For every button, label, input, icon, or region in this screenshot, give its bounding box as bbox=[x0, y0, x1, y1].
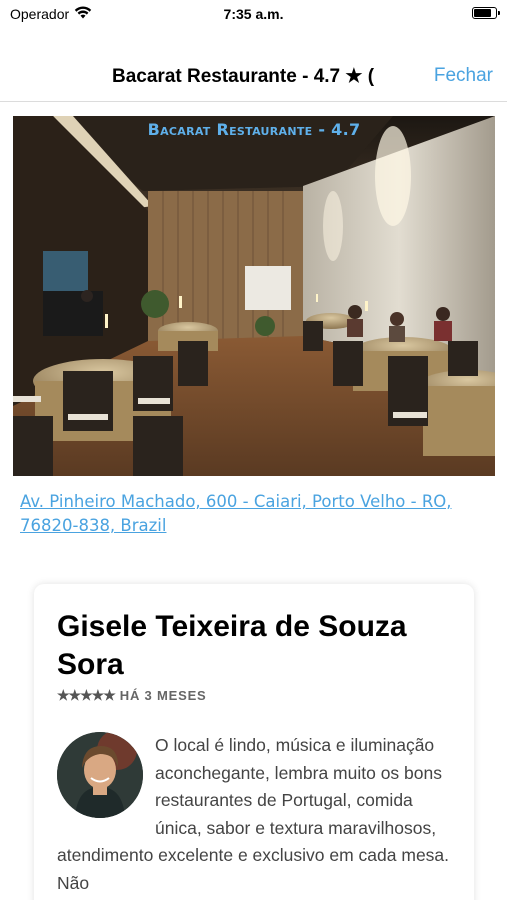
navigation-bar: Bacarat Restaurante - 4.7 ★ ( Fechar bbox=[0, 50, 507, 102]
reviewer-name: Gisele Teixeira de Souza Sora bbox=[57, 610, 407, 681]
photo-caption: Bacarat Restaurante - 4.7 bbox=[147, 120, 361, 139]
review-time: HÁ 3 MESES bbox=[119, 688, 207, 703]
restaurant-photo: Bacarat Restaurante - 4.7 bbox=[13, 116, 495, 476]
status-bar: Operador 7:35 a.m. bbox=[0, 0, 507, 28]
clock: 7:35 a.m. bbox=[223, 6, 284, 22]
review-meta: ★★★★★ HÁ 3 MESES bbox=[57, 687, 207, 704]
restaurant-interior-image bbox=[13, 116, 495, 476]
nav-title: Bacarat Restaurante - 4.7 ★ ( bbox=[112, 66, 375, 87]
battery-fill bbox=[474, 9, 491, 17]
review-body: O local é lindo, música e iluminação aco… bbox=[57, 732, 452, 897]
avatar bbox=[57, 732, 143, 818]
address-link[interactable]: Av. Pinheiro Machado, 600 - Caiari, Port… bbox=[20, 490, 495, 538]
battery-icon bbox=[472, 7, 500, 19]
avatar-icon bbox=[57, 732, 143, 818]
close-button[interactable]: Fechar bbox=[434, 65, 493, 87]
review-card: Gisele Teixeira de Souza Sora ★★★★★ HÁ 3… bbox=[34, 584, 474, 900]
star-rating: ★★★★★ bbox=[57, 687, 116, 703]
